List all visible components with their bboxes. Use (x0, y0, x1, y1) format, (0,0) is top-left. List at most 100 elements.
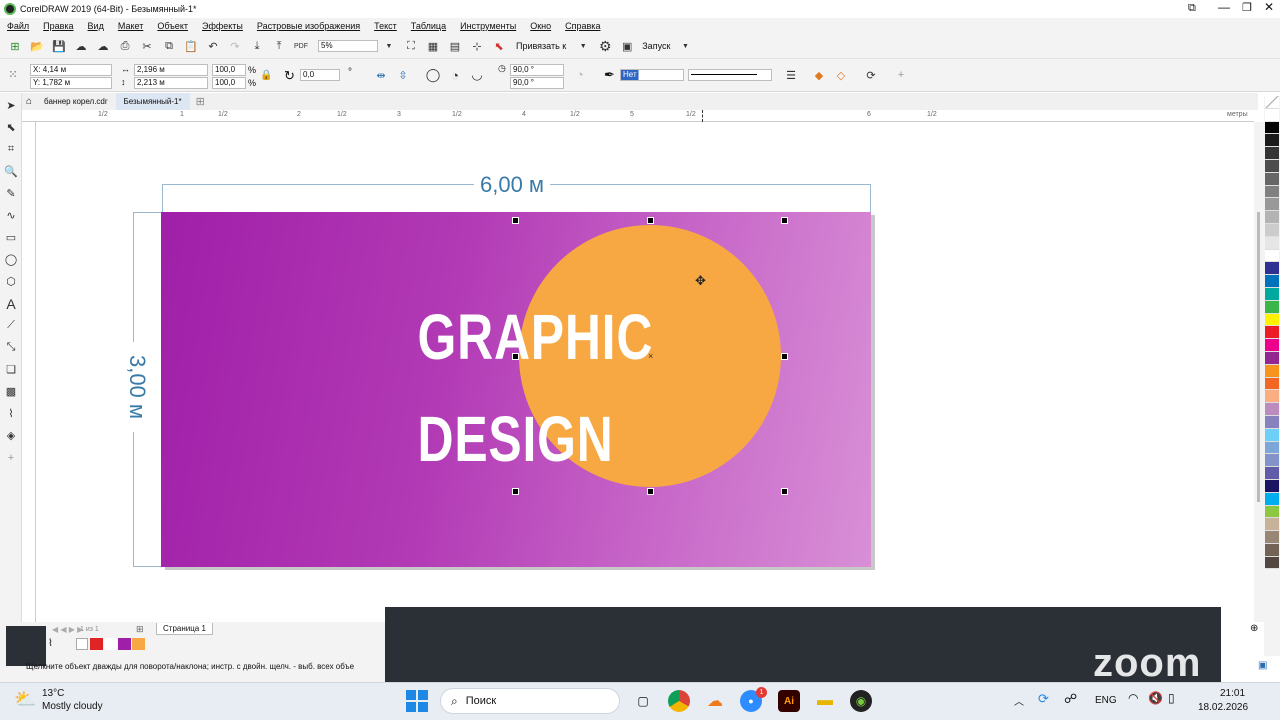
direction-icon[interactable]: ◔ (576, 67, 584, 82)
palette-swatch[interactable] (1265, 403, 1279, 416)
zoom-dropdown-icon[interactable]: ▼ (380, 37, 398, 55)
vertical-ruler[interactable] (22, 122, 36, 622)
headline-graphic[interactable]: GRAPHIC (418, 300, 653, 374)
full-screen-icon[interactable]: ⛶ (402, 37, 420, 55)
height-field[interactable]: 2,213 м (134, 77, 208, 89)
document-color-orange[interactable] (132, 638, 145, 650)
snap-icon[interactable]: ⬉ (490, 37, 508, 55)
illustrator-icon[interactable]: Ai (778, 690, 800, 712)
reference-point-icon[interactable]: ⁙ (4, 65, 22, 83)
selection-handle-w[interactable] (512, 353, 519, 360)
snap-chevron-icon[interactable]: ▼ (574, 37, 592, 55)
rulers-icon[interactable]: ▦ (424, 37, 442, 55)
undo-icon[interactable]: ↶ (204, 37, 222, 55)
rectangle-tool-icon[interactable]: ▭ (2, 228, 20, 247)
palette-swatch[interactable] (1265, 249, 1279, 263)
menu-effects[interactable]: Эффекты (202, 21, 243, 31)
selection-handle-n[interactable] (647, 217, 654, 224)
palette-swatch[interactable] (1265, 121, 1279, 135)
selection-handle-se[interactable] (781, 488, 788, 495)
tray-overflow-icon[interactable]: ︿ (1014, 693, 1024, 708)
cloud-app-icon[interactable]: ☁ (704, 690, 726, 712)
arc-start-field[interactable]: 90,0 ° (510, 64, 564, 76)
convert-to-curves-icon[interactable]: ⟳ (862, 66, 880, 84)
palette-swatch[interactable] (1265, 159, 1279, 173)
freehand-tool-icon[interactable]: ✎ (2, 184, 20, 203)
input-language[interactable]: ENG (1095, 695, 1117, 706)
palette-swatch[interactable] (1265, 364, 1279, 378)
palette-swatch[interactable] (1265, 531, 1279, 544)
paste-icon[interactable]: 📋 (182, 37, 200, 55)
palette-swatch[interactable] (1265, 287, 1279, 301)
lock-ratio-icon[interactable]: 🔒 (260, 70, 272, 81)
to-front-icon[interactable]: ◆ (810, 66, 828, 84)
start-button[interactable] (406, 690, 428, 712)
palette-swatch[interactable] (1265, 351, 1279, 365)
cut-icon[interactable]: ✂ (138, 37, 156, 55)
outline-width-select[interactable]: Нет (620, 69, 684, 81)
zoom-tool-icon[interactable]: 🔍 (2, 162, 20, 181)
document-color-none[interactable] (76, 638, 88, 650)
parallel-dimension-icon[interactable]: ⟋ (2, 316, 20, 335)
scale-x-field[interactable]: 100,0 (212, 64, 246, 76)
palette-swatch[interactable] (1265, 492, 1279, 506)
horizontal-ruler[interactable]: 1/2 1 1/2 2 1/2 3 1/2 4 1/2 5 1/2 6 1/2 … (22, 110, 1254, 122)
volume-icon[interactable]: 🔇 (1148, 691, 1163, 705)
drop-shadow-icon[interactable]: ❏ (2, 360, 20, 379)
sync-icon[interactable]: ⟳ (1038, 691, 1049, 707)
palette-swatch[interactable] (1265, 134, 1279, 148)
print-icon[interactable]: ⎙ (116, 37, 134, 55)
page-nav-arrows-icon[interactable]: ◀ ◀ ▶ ▶ (52, 625, 83, 634)
menu-table[interactable]: Таблица (411, 21, 446, 31)
pie-shape-icon[interactable]: ◔ (446, 66, 464, 84)
close-button[interactable]: ✕ (1264, 0, 1274, 14)
pdf-icon[interactable]: PDF (292, 37, 310, 55)
selection-handle-sw[interactable] (512, 488, 519, 495)
palette-swatch[interactable] (1265, 479, 1279, 493)
width-dimension-label[interactable]: 6,00 м (474, 172, 551, 198)
scroll-thumb[interactable] (1257, 212, 1260, 502)
cloud-download-icon[interactable]: ☁ (72, 37, 90, 55)
clock-date[interactable]: 18.02.2026 (1198, 702, 1248, 713)
new-tab-icon[interactable]: ⊞ (196, 95, 205, 108)
palette-swatch[interactable] (1265, 505, 1279, 519)
text-tool-icon[interactable]: A (2, 294, 20, 313)
copy-icon[interactable]: ⧉ (160, 37, 178, 55)
palette-swatch[interactable] (1265, 223, 1279, 237)
menu-help[interactable]: Справка (565, 21, 600, 31)
selection-handle-e[interactable] (781, 353, 788, 360)
selection-handle-s[interactable] (647, 488, 654, 495)
artistic-media-icon[interactable]: ∿ (2, 206, 20, 225)
menu-file[interactable]: Файл (7, 21, 29, 31)
palette-swatch[interactable] (1265, 300, 1279, 314)
palette-swatch[interactable] (1265, 518, 1279, 532)
palette-swatch[interactable] (1265, 467, 1279, 480)
minimize-button[interactable]: — (1218, 0, 1230, 14)
palette-swatch[interactable] (1265, 428, 1279, 442)
line-style-select[interactable] (688, 69, 772, 81)
import-icon[interactable]: ⤓ (248, 37, 266, 55)
cloud-upload-icon[interactable]: ☁ (94, 37, 112, 55)
tab-banner-document[interactable]: баннер корел.cdr (36, 93, 115, 110)
connector-tool-icon[interactable]: ⤡ (2, 338, 20, 357)
menu-text[interactable]: Текст (374, 21, 397, 31)
weather-temp[interactable]: 13°C (42, 688, 64, 699)
wrap-text-icon[interactable]: ☰ (782, 66, 800, 84)
zoom-level-input[interactable]: 5% (318, 40, 378, 52)
mirror-horizontal-icon[interactable]: ⇹ (372, 66, 390, 84)
document-color-red[interactable] (90, 638, 103, 650)
chrome-icon[interactable] (668, 690, 690, 712)
file-explorer-icon[interactable]: ▬ (814, 690, 836, 712)
palette-swatch[interactable] (1265, 390, 1279, 404)
document-color-white[interactable] (104, 638, 117, 650)
info-icon[interactable]: ▣ (1258, 660, 1267, 671)
restore-icon[interactable]: ⧉ (1188, 2, 1196, 15)
launch-icon[interactable]: ▣ (618, 37, 636, 55)
snap-to-dropdown[interactable]: Привязать к (516, 41, 566, 51)
palette-swatch[interactable] (1265, 108, 1279, 122)
menu-edit[interactable]: Правка (43, 21, 73, 31)
palette-swatch[interactable] (1265, 172, 1279, 186)
add-page-icon[interactable]: ⊞ (136, 624, 144, 635)
add-icon[interactable]: + (892, 66, 910, 84)
width-field[interactable]: 2,196 м (134, 64, 208, 76)
